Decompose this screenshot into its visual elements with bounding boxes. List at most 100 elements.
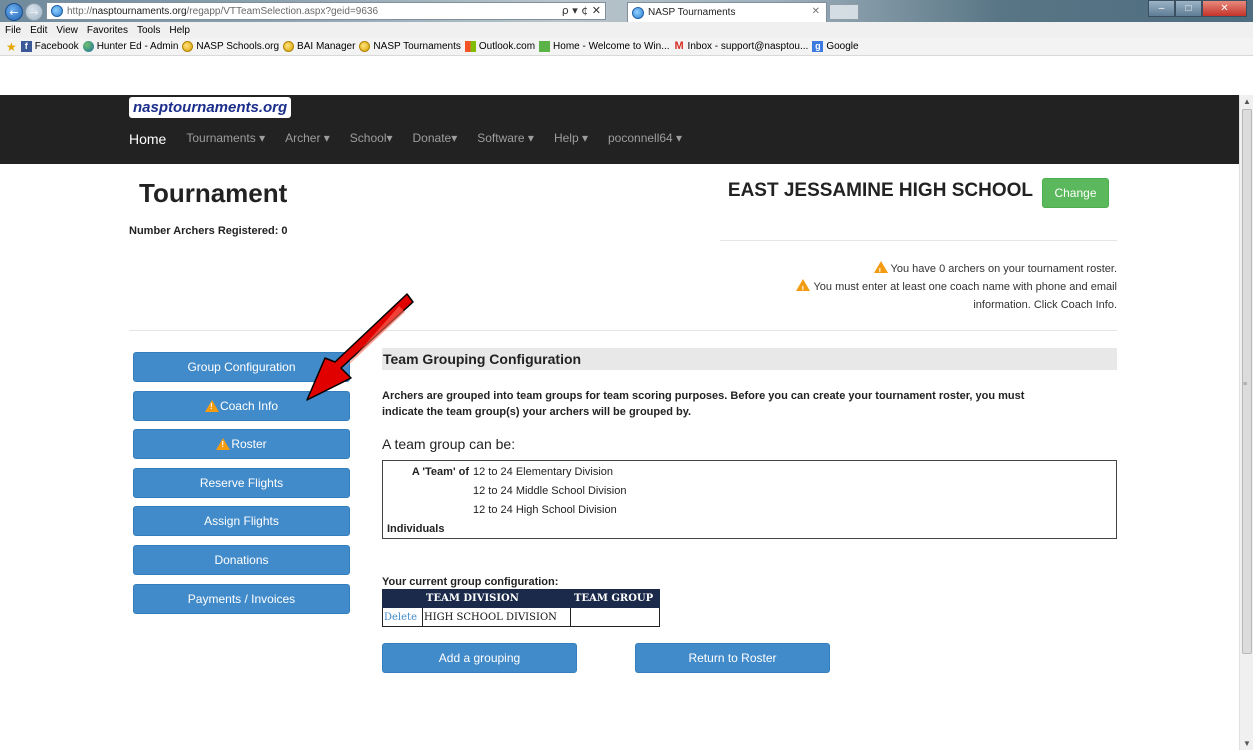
favorite-nasp-tournaments[interactable]: NASP Tournaments — [359, 41, 461, 52]
google-icon: g — [812, 41, 824, 52]
favorite-facebook[interactable]: f Facebook — [20, 41, 79, 52]
ie-page-icon — [632, 6, 644, 19]
divider — [720, 240, 1117, 241]
back-button[interactable]: ← — [5, 3, 23, 21]
roster-button[interactable]: Roster — [133, 429, 350, 460]
ie-page-icon — [51, 5, 63, 17]
column-header — [382, 589, 423, 608]
delete-link[interactable]: Delete — [384, 612, 417, 623]
warning-icon — [216, 438, 231, 451]
ie-page-icon — [182, 41, 194, 52]
nav-software[interactable]: Software ▾ — [477, 131, 534, 147]
page-title: Tournament — [139, 178, 288, 208]
team-option-row: 12 to 24 Middle School Division — [387, 482, 1116, 501]
address-url[interactable]: http://nasptournaments.org/regapp/VTTeam… — [67, 6, 378, 17]
favorites-bar: ★ f Facebook Hunter Ed - Admin NASP Schoo… — [0, 38, 1253, 56]
site-logo[interactable]: nasptournaments.org — [129, 97, 292, 118]
menu-tools[interactable]: Tools — [132, 25, 164, 36]
arrow-left-icon: ← — [9, 5, 19, 19]
close-window-button[interactable]: ✕ — [1202, 0, 1247, 17]
add-grouping-button[interactable]: Add a grouping — [382, 643, 577, 673]
close-tab-icon[interactable]: ✕ — [812, 6, 820, 17]
outlook-icon — [464, 41, 476, 52]
nav-tournaments[interactable]: Tournaments ▾ — [186, 131, 265, 147]
tab-nasp-tournaments[interactable]: NASP Tournaments ✕ — [627, 2, 827, 22]
favorite-hunter-ed[interactable]: Hunter Ed - Admin — [82, 41, 178, 52]
favorites-star-icon[interactable]: ★ — [6, 40, 17, 54]
menu-bar: File Edit View Favorites Tools Help — [0, 22, 1253, 38]
menu-favorites[interactable]: Favorites — [82, 25, 132, 36]
team-option: 12 to 24 Elementary Division — [473, 466, 614, 478]
team-option-row: A 'Team' of 12 to 24 Elementary Division — [387, 463, 1116, 482]
arrow-right-icon: → — [29, 5, 39, 19]
ie-page-icon — [359, 41, 371, 52]
warning-coach-line2: information. Click Coach Info. — [973, 299, 1117, 311]
tab-title: NASP Tournaments — [648, 7, 736, 18]
change-school-button[interactable]: Change — [1042, 178, 1109, 208]
favorite-bai-manager[interactable]: BAI Manager — [283, 41, 355, 52]
nav-menu: Home Tournaments ▾ Archer ▾ School▾ Dona… — [129, 131, 702, 147]
current-config-label: Your current group configuration: — [382, 576, 559, 588]
table-cell-group — [570, 607, 660, 627]
team-option: 12 to 24 High School Division — [473, 504, 617, 516]
intro-text: Archers are grouped into team groups for… — [382, 390, 1025, 418]
warning-coach: You must enter at least one coach name w… — [557, 278, 1117, 299]
favorite-outlook[interactable]: Outlook.com — [464, 41, 535, 52]
facebook-icon: f — [20, 41, 32, 52]
column-header: TEAM DIVISION — [422, 589, 571, 608]
scroll-down-icon[interactable]: ▼ — [1243, 739, 1251, 748]
globe-icon — [82, 41, 94, 52]
favorite-google[interactable]: g Google — [812, 41, 859, 52]
team-group-heading: A team group can be: — [382, 436, 516, 452]
main-content: Team Grouping Configuration Archers are … — [382, 348, 1117, 673]
address-tools-icons[interactable]: ρ ▾ ¢ ✕ — [562, 4, 601, 17]
vertical-scrollbar[interactable]: ▲ ≡ ▼ — [1239, 95, 1253, 750]
divider — [129, 330, 1117, 331]
nav-user-menu[interactable]: poconnell64 ▾ — [608, 131, 682, 147]
donations-button[interactable]: Donations — [133, 544, 350, 575]
address-bar[interactable]: http://nasptournaments.org/regapp/VTTeam… — [46, 2, 606, 20]
warning-roster: You have 0 archers on your tournament ro… — [557, 260, 1117, 281]
favorite-nasp-schools[interactable]: NASP Schools.org — [182, 41, 279, 52]
warning-icon — [873, 261, 888, 281]
scroll-grip-icon: ≡ — [1243, 381, 1248, 388]
nav-home[interactable]: Home — [129, 131, 166, 147]
browser-titlebar: ← → http://nasptournaments.org/regapp/VT… — [0, 0, 1253, 22]
action-buttons: Add a grouping Return to Roster — [382, 643, 1117, 673]
team-label: A 'Team' of — [411, 466, 469, 478]
menu-file[interactable]: File — [0, 25, 25, 36]
section-heading: Team Grouping Configuration — [382, 348, 1117, 370]
table-row: Delete HIGH SCHOOL DIVISION — [382, 607, 660, 627]
menu-edit[interactable]: Edit — [25, 25, 51, 36]
forward-button[interactable]: → — [25, 3, 43, 21]
favorite-windows-home[interactable]: Home - Welcome to Win... — [539, 41, 670, 52]
scroll-up-icon[interactable]: ▲ — [1243, 97, 1251, 106]
menu-help[interactable]: Help — [164, 25, 194, 36]
new-tab-button[interactable] — [829, 4, 859, 20]
ie-page-icon — [283, 41, 295, 52]
column-header: TEAM GROUP — [570, 589, 660, 608]
warnings-panel: You have 0 archers on your tournament ro… — [557, 260, 1117, 314]
gmail-icon: M — [674, 40, 684, 52]
archers-registered-count: Number Archers Registered: 0 — [129, 225, 288, 237]
nav-donate[interactable]: Donate▾ — [413, 131, 458, 147]
payments-invoices-button[interactable]: Payments / Invoices — [133, 583, 350, 614]
reserve-flights-button[interactable]: Reserve Flights — [133, 467, 350, 498]
table-header-row: TEAM DIVISION TEAM GROUP — [382, 589, 660, 608]
window-controls: – □ ✕ — [1148, 0, 1247, 17]
favorite-gmail-inbox[interactable]: M Inbox - support@nasptou... — [674, 40, 808, 53]
menu-view[interactable]: View — [51, 25, 82, 36]
team-group-options-box: A 'Team' of 12 to 24 Elementary Division… — [382, 460, 1117, 539]
maximize-button[interactable]: □ — [1175, 0, 1202, 17]
warning-icon — [796, 279, 811, 299]
individuals-option: Individuals — [387, 523, 445, 535]
nav-archer[interactable]: Archer ▾ — [285, 131, 330, 147]
return-to-roster-button[interactable]: Return to Roster — [635, 643, 830, 673]
site-navbar: nasptournaments.org Home Tournaments ▾ A… — [0, 95, 1239, 164]
nav-help[interactable]: Help ▾ — [554, 131, 588, 147]
windows-icon — [539, 41, 551, 52]
assign-flights-button[interactable]: Assign Flights — [133, 506, 350, 537]
nav-school[interactable]: School▾ — [350, 131, 393, 147]
group-config-table: TEAM DIVISION TEAM GROUP Delete HIGH SCH… — [382, 589, 660, 627]
minimize-button[interactable]: – — [1148, 0, 1175, 17]
